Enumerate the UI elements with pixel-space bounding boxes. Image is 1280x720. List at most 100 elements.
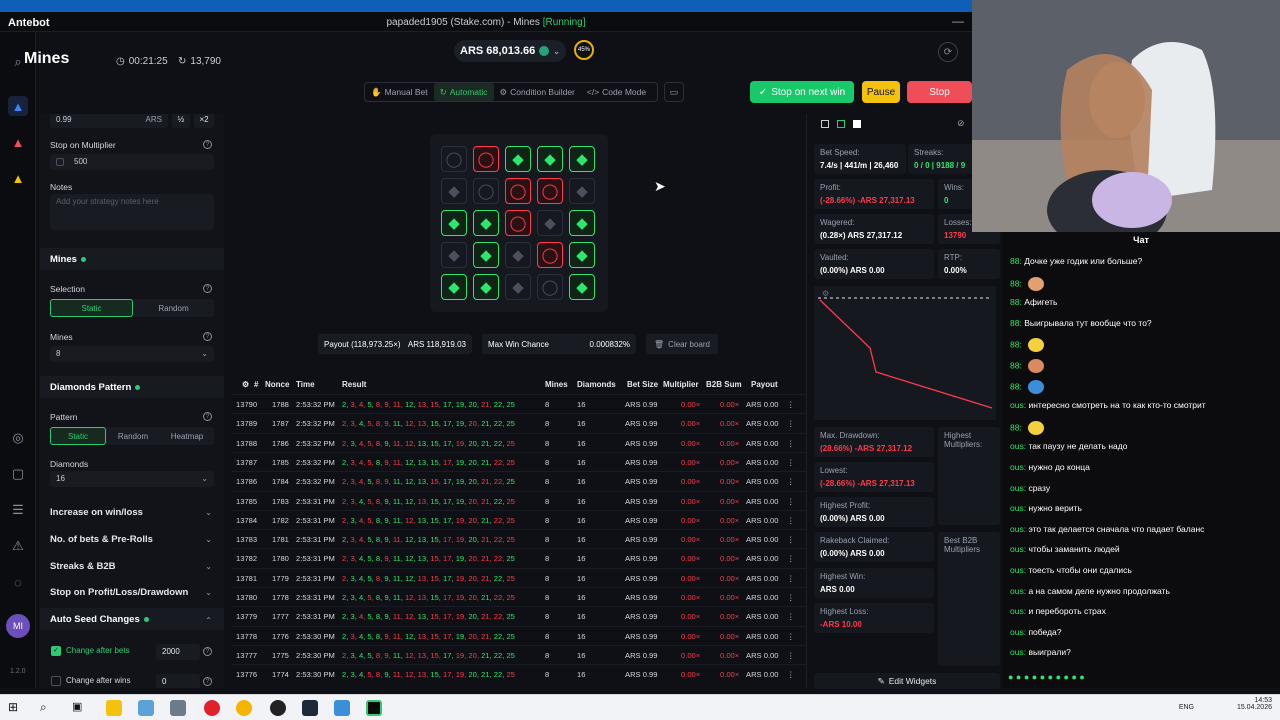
warning-icon[interactable]: ⚠ <box>8 536 28 556</box>
stop-multiplier-checkbox[interactable] <box>56 158 64 166</box>
calculator-icon[interactable] <box>170 700 186 716</box>
chevron-down-icon[interactable]: ⌄ <box>205 588 212 597</box>
avatar[interactable]: MI <box>6 614 30 638</box>
mine-tile[interactable]: ◯ <box>505 178 531 204</box>
row-menu-icon[interactable]: ⋮ <box>787 574 795 583</box>
help-icon[interactable]: ? <box>203 332 212 341</box>
diamonds-select[interactable]: 16 ⌄ <box>50 471 214 487</box>
chat-username[interactable]: 88: <box>1010 318 1022 328</box>
mines-select[interactable]: 8 ⌄ <box>50 346 214 362</box>
streaks-b2b-header[interactable]: Streaks & B2B <box>50 561 115 572</box>
help-icon[interactable]: ? <box>203 284 212 293</box>
gear-icon[interactable]: ⚙ <box>242 380 249 389</box>
table-row[interactable]: 13784 1782 2:53:31 PM 8 16 ARS 0.99 0.00× 0.00×… <box>232 509 806 529</box>
chat-username[interactable]: ous: <box>1010 586 1026 596</box>
diamond-tile[interactable]: ◆ <box>505 146 531 172</box>
opera-icon[interactable] <box>204 700 220 716</box>
help-icon[interactable]: ? <box>203 140 212 149</box>
tab-code-mode[interactable]: </> Code Mode <box>581 83 652 101</box>
diamond-tile[interactable]: ◆ <box>505 274 531 300</box>
app-icon[interactable] <box>302 700 318 716</box>
pause-button[interactable]: Pause <box>862 81 900 103</box>
auto-seed-header[interactable]: Auto Seed Changes <box>40 608 224 630</box>
bell-icon[interactable]: ◌ <box>8 572 28 592</box>
file-explorer-icon[interactable] <box>106 700 122 716</box>
diamond-tile[interactable]: ◆ <box>537 210 563 236</box>
table-row[interactable]: 13789 1787 2:53:32 PM 8 16 ARS 0.99 0.00× 0.00×… <box>232 413 806 432</box>
mine-tile[interactable]: ◯ <box>473 178 499 204</box>
chat-username[interactable]: 88: <box>1010 360 1022 370</box>
clock[interactable]: 14:53 15.04.2026 <box>1237 697 1272 711</box>
row-menu-icon[interactable]: ⋮ <box>787 458 795 467</box>
mine-tile[interactable]: ◯ <box>537 178 563 204</box>
list-icon[interactable]: ☰ <box>8 500 28 520</box>
chat-username[interactable]: ous: <box>1010 524 1026 534</box>
mine-tile[interactable]: ◯ <box>441 146 467 172</box>
diamond-tile[interactable]: ◆ <box>441 274 467 300</box>
table-row[interactable]: 13782 1780 2:53:31 PM 8 16 ARS 0.99 0.00× 0.00×… <box>232 548 806 567</box>
chevron-down-icon[interactable]: ⌄ <box>205 508 212 517</box>
language-indicator[interactable]: ENG <box>1179 704 1194 711</box>
stop-on-profit-header[interactable]: Stop on Profit/Loss/Drawdown <box>50 587 188 598</box>
table-row[interactable]: 13788 1786 2:53:32 PM 8 16 ARS 0.99 0.00× 0.00×… <box>232 432 806 452</box>
tab-manual-bet[interactable]: ✋ Manual Bet <box>365 83 434 101</box>
table-row[interactable]: 13790 1788 2:53:32 PM 8 16 ARS 0.99 0.00× 0.00×… <box>232 394 806 413</box>
row-menu-icon[interactable]: ⋮ <box>787 593 795 602</box>
stop-multiplier-input[interactable]: 500 <box>50 154 214 170</box>
mine-tile[interactable]: ◯ <box>537 274 563 300</box>
chat-username[interactable]: 88: <box>1010 278 1022 288</box>
chat-username[interactable]: ous: <box>1010 544 1026 554</box>
chat-username[interactable]: ous: <box>1010 647 1026 657</box>
table-row[interactable]: 13779 1777 2:53:31 PM 8 16 ARS 0.99 0.00× 0.00×… <box>232 606 806 625</box>
obs-icon[interactable] <box>270 700 286 716</box>
chat-username[interactable]: 88: <box>1010 381 1022 391</box>
pattern-static-option[interactable]: Static <box>50 427 106 445</box>
balance-selector[interactable]: ARS 68,013.66 ⌄ <box>454 40 566 62</box>
diamonds-section-header[interactable]: Diamonds Pattern <box>40 376 224 398</box>
search-icon[interactable]: ⌕ <box>40 700 56 716</box>
selection-random-option[interactable]: Random <box>133 299 214 317</box>
row-menu-icon[interactable]: ⋮ <box>787 439 795 448</box>
table-row[interactable]: 13777 1775 2:53:30 PM 8 16 ARS 0.99 0.00× 0.00×… <box>232 644 806 664</box>
row-menu-icon[interactable]: ⋮ <box>787 419 795 428</box>
chevron-down-icon[interactable]: ⌄ <box>205 535 212 544</box>
table-row[interactable]: 13785 1783 2:53:31 PM 8 16 ARS 0.99 0.00× 0.00×… <box>232 490 806 510</box>
row-menu-icon[interactable]: ⋮ <box>787 670 795 679</box>
row-menu-icon[interactable]: ⋮ <box>787 477 795 486</box>
row-menu-icon[interactable]: ⋮ <box>787 651 795 660</box>
pattern-heatmap-option[interactable]: Heatmap <box>160 427 214 445</box>
change-after-wins-checkbox[interactable] <box>51 676 61 686</box>
mine-tile[interactable]: ◯ <box>537 242 563 268</box>
diamond-tile[interactable]: ◆ <box>569 274 595 300</box>
row-menu-icon[interactable]: ⋮ <box>787 554 795 563</box>
table-row[interactable]: 13776 1774 2:53:30 PM 8 16 ARS 0.99 0.00× 0.00×… <box>232 664 806 683</box>
chrome-icon[interactable] <box>236 700 252 716</box>
diamond-tile[interactable]: ◆ <box>569 242 595 268</box>
tab-automatic[interactable]: ↻ Automatic <box>433 83 494 101</box>
layout-icon[interactable] <box>821 120 829 128</box>
minimize-icon[interactable]: — <box>952 14 964 28</box>
diamond-tile[interactable]: ◆ <box>505 242 531 268</box>
table-row[interactable]: 13783 1781 2:53:31 PM 8 16 ARS 0.99 0.00× 0.00×… <box>232 529 806 548</box>
layout-icon[interactable] <box>837 120 845 128</box>
alt-nav-icon[interactable]: ▲ <box>8 168 28 188</box>
chat-username[interactable]: 88: <box>1010 297 1022 307</box>
chat-username[interactable]: 88: <box>1010 340 1022 350</box>
diamond-tile[interactable]: ◆ <box>441 210 467 236</box>
row-menu-icon[interactable]: ⋮ <box>787 612 795 621</box>
selection-static-option[interactable]: Static <box>50 299 133 317</box>
diamond-tile[interactable]: ◆ <box>537 146 563 172</box>
diamond-tile[interactable]: ◆ <box>473 242 499 268</box>
row-menu-icon[interactable]: ⋮ <box>787 535 795 544</box>
windows-start-icon[interactable]: ⊞ <box>8 700 24 716</box>
antebot-nav-icon[interactable]: ▲ <box>8 96 28 116</box>
row-menu-icon[interactable]: ⋮ <box>787 497 795 506</box>
increase-on-win-loss-header[interactable]: Increase on win/loss <box>50 507 143 518</box>
mine-tile[interactable]: ◯ <box>473 146 499 172</box>
diamond-tile[interactable]: ◆ <box>569 178 595 204</box>
chat-username[interactable]: ous: <box>1010 462 1026 472</box>
table-row[interactable]: 13786 1784 2:53:32 PM 8 16 ARS 0.99 0.00× 0.00×… <box>232 471 806 490</box>
layout-icon[interactable] <box>853 120 861 128</box>
help-icon[interactable]: ? <box>203 677 212 686</box>
chevron-down-icon[interactable]: ⌄ <box>205 562 212 571</box>
